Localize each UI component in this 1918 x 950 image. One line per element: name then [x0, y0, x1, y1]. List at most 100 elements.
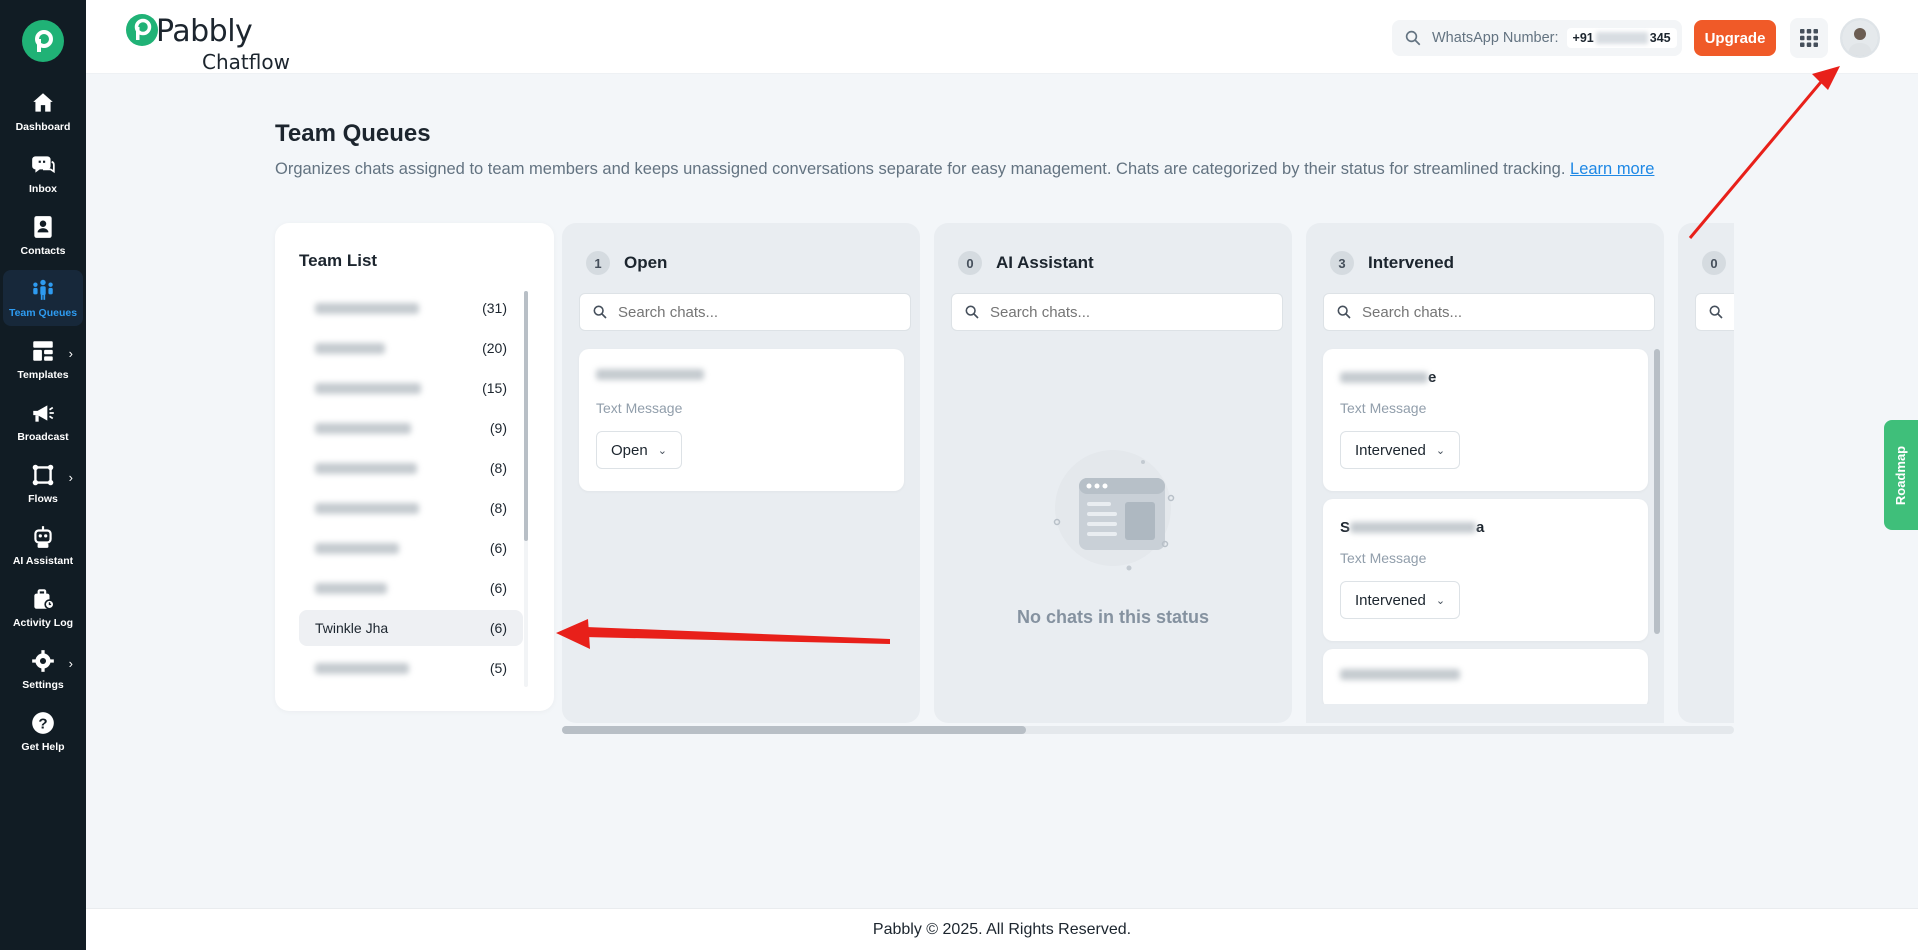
search-chats-input[interactable] — [618, 303, 878, 321]
chat-contact-name — [1340, 669, 1460, 680]
learn-more-link[interactable]: Learn more — [1570, 160, 1654, 178]
status-dropdown[interactable]: Intervened ⌄ — [1340, 581, 1461, 619]
svg-text:?: ? — [38, 715, 47, 732]
grid-icon — [1800, 29, 1818, 47]
status-value: Intervened — [1355, 441, 1426, 459]
sidebar-item-label: Activity Log — [12, 617, 74, 629]
redacted-name — [315, 342, 385, 354]
team-list-card: Team List (31) (20) (15) (9) (8) (8) (6) (6) Twi… — [275, 223, 554, 711]
whatsapp-suffix: 345 — [1649, 31, 1671, 45]
name-prefix: S — [1340, 519, 1351, 536]
team-list-scrollbar[interactable] — [524, 291, 528, 687]
whatsapp-number-value: +91 345 — [1566, 28, 1677, 48]
sidebar-item-label: AI Assistant — [12, 555, 74, 567]
column-search[interactable] — [951, 293, 1283, 331]
search-chats-input[interactable] — [1362, 303, 1622, 321]
top-header: Pabbly Chatflow WhatsApp Number: +91 345… — [86, 0, 1918, 74]
column-search[interactable] — [1323, 293, 1655, 331]
sidebar-item-inbox[interactable]: Inbox — [3, 146, 83, 202]
team-member-row[interactable]: (5) — [299, 650, 523, 686]
sidebar-item-ai-assistant[interactable]: AI Assistant — [3, 518, 83, 574]
pabbly-logo[interactable] — [22, 20, 64, 62]
chat-message-type: Text Message — [596, 400, 683, 416]
team-member-name: Twinkle Jha — [315, 620, 389, 636]
sidebar-item-label: Get Help — [21, 741, 65, 753]
sidebar-item-templates[interactable]: Templates › — [3, 332, 83, 388]
gear-icon — [32, 650, 54, 672]
column-scrollbar[interactable] — [1654, 349, 1660, 634]
chat-icon — [32, 156, 55, 174]
board-horizontal-scrollbar[interactable] — [562, 726, 1734, 734]
column-title: Open — [624, 253, 668, 272]
redacted-number — [1595, 32, 1648, 44]
sidebar-item-contacts[interactable]: Contacts — [3, 208, 83, 264]
status-dropdown[interactable]: Open ⌄ — [596, 431, 682, 469]
whatsapp-number-box[interactable]: WhatsApp Number: +91 345 — [1392, 20, 1682, 56]
sidebar-item-get-help[interactable]: ? Get Help — [3, 704, 83, 760]
column-intervened: 3 Intervened e Text Message Intervened ⌄… — [1306, 223, 1664, 723]
scrollbar-thumb[interactable] — [524, 291, 528, 541]
chevron-right-icon: › — [68, 346, 73, 361]
column-partial: 0 — [1678, 223, 1734, 723]
sidebar-item-settings[interactable]: Settings › — [3, 642, 83, 698]
team-member-row[interactable]: (8) — [299, 450, 523, 486]
chat-card[interactable] — [1323, 649, 1648, 709]
roadmap-label-wrap: Roadmap — [1884, 420, 1918, 530]
chat-message-type: Text Message — [1340, 550, 1427, 566]
team-member-row[interactable]: (6) — [299, 530, 523, 566]
team-member-count: (15) — [482, 380, 507, 396]
sidebar-item-activity-log[interactable]: Activity Log — [3, 580, 83, 636]
column-count-badge: 0 — [958, 251, 982, 275]
column-count-badge: 3 — [1330, 251, 1354, 275]
team-member-row[interactable]: (9) — [299, 410, 523, 446]
status-dropdown[interactable]: Intervened ⌄ — [1340, 431, 1461, 469]
user-avatar[interactable] — [1840, 18, 1880, 58]
team-member-row[interactable]: (15) — [299, 370, 523, 406]
sidebar-item-flows[interactable]: Flows › — [3, 456, 83, 512]
page-description-text: Organizes chats assigned to team members… — [275, 160, 1566, 178]
column-ai-assistant: 0 AI Assistant No — [934, 223, 1292, 723]
sidebar-item-label: Broadcast — [17, 431, 69, 443]
column-search[interactable] — [579, 293, 911, 331]
sidebar-item-label: Settings — [22, 679, 64, 691]
team-member-count: (6) — [489, 580, 507, 596]
megaphone-icon — [33, 405, 54, 422]
sidebar-item-label: Inbox — [29, 183, 57, 195]
column-search[interactable] — [1695, 293, 1734, 331]
search-chats-input[interactable] — [990, 303, 1250, 321]
footer: Pabbly © 2025. All Rights Reserved. — [86, 908, 1918, 950]
team-member-row[interactable]: (6) — [299, 570, 523, 606]
sidebar-item-team-queues[interactable]: Team Queues — [3, 270, 83, 326]
sidebar-item-broadcast[interactable]: Broadcast — [3, 394, 83, 450]
sidebar-item-dashboard[interactable]: Dashboard — [3, 84, 83, 140]
scrollbar-thumb[interactable] — [562, 726, 1026, 734]
chevron-down-icon: ⌄ — [657, 444, 667, 457]
footer-text: Pabbly © 2025. All Rights Reserved. — [872, 920, 1132, 938]
redacted-name — [315, 382, 421, 394]
chat-card[interactable]: e Text Message Intervened ⌄ — [1323, 349, 1648, 491]
apps-grid-button[interactable] — [1790, 18, 1828, 58]
whatsapp-prefix: +91 — [1572, 31, 1594, 45]
search-icon — [1337, 305, 1351, 319]
roadmap-tab[interactable]: Roadmap — [1884, 420, 1918, 530]
whatsapp-number-label: WhatsApp Number: — [1432, 30, 1559, 46]
redacted-name — [1350, 522, 1477, 533]
redacted-name — [1340, 372, 1428, 383]
chat-card[interactable]: Sa Text Message Intervened ⌄ — [1323, 499, 1648, 641]
team-member-row[interactable]: (8) — [299, 490, 523, 526]
upgrade-button[interactable]: Upgrade — [1694, 20, 1776, 56]
column-title: AI Assistant — [996, 253, 1094, 272]
column-title: Intervened — [1368, 253, 1454, 272]
help-icon: ? — [32, 712, 54, 734]
chat-contact-name: Sa — [1340, 519, 1484, 536]
team-member-row[interactable]: (20) — [299, 330, 523, 366]
brand-name: Pabbly — [156, 14, 253, 49]
chat-card[interactable]: Text Message Open ⌄ — [579, 349, 904, 491]
team-member-count: (20) — [482, 340, 507, 356]
activity-icon — [34, 589, 55, 610]
team-member-row[interactable]: (31) — [299, 290, 523, 326]
avatar-image — [1842, 20, 1878, 56]
column-count-badge: 1 — [586, 251, 610, 275]
team-member-row[interactable]: Twinkle Jha (6) — [299, 610, 523, 646]
flows-icon — [32, 464, 54, 486]
